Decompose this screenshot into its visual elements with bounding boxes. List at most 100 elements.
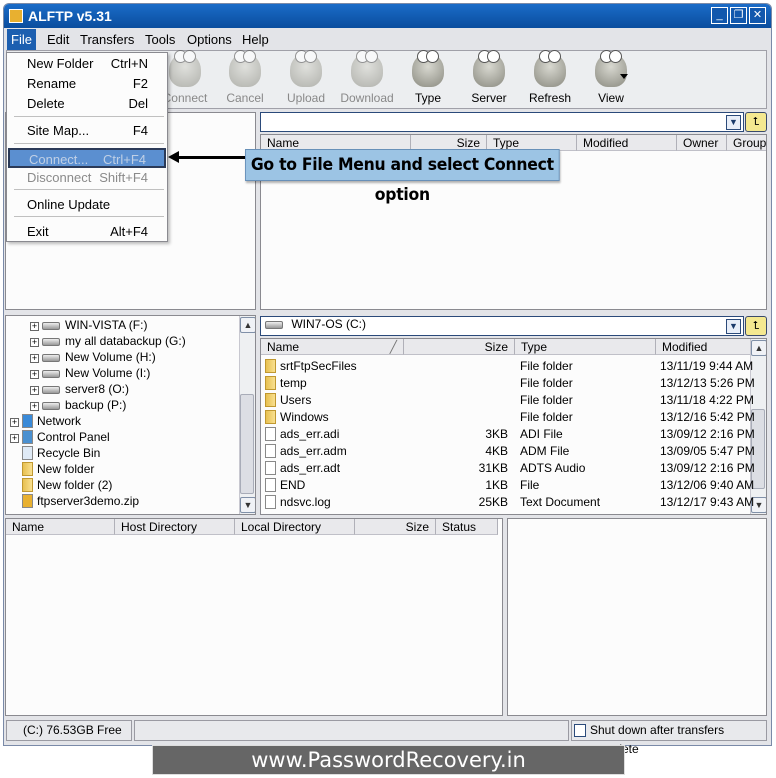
col-type[interactable]: Type bbox=[515, 339, 656, 355]
tree-item[interactable]: New folder (2) bbox=[10, 477, 112, 494]
close-button[interactable]: ✕ bbox=[749, 7, 766, 24]
col-modified[interactable]: Modified bbox=[656, 339, 752, 355]
col-name[interactable]: Name bbox=[6, 519, 115, 535]
file-modified[interactable]: 13/11/19 9:44 AM bbox=[660, 358, 760, 375]
expand-icon[interactable]: + bbox=[30, 354, 39, 363]
scroll-up-button[interactable]: ▲ bbox=[240, 317, 255, 333]
col-size[interactable]: Size bbox=[404, 339, 515, 355]
file-size[interactable]: 31KB bbox=[404, 460, 508, 477]
file-modified[interactable]: 13/09/05 5:47 PM bbox=[660, 443, 760, 460]
dropdown-arrow-icon[interactable]: ▼ bbox=[726, 319, 741, 334]
tree-item[interactable]: ftpserver3demo.zip bbox=[10, 493, 139, 510]
scroll-down-button[interactable]: ▼ bbox=[240, 497, 255, 513]
file-type[interactable]: ADTS Audio bbox=[520, 460, 650, 477]
file-type[interactable]: File bbox=[520, 477, 650, 494]
menu-item-connect[interactable]: Connect... Ctrl+F4 bbox=[8, 148, 166, 168]
expand-icon[interactable]: + bbox=[30, 338, 39, 347]
expand-icon[interactable]: + bbox=[30, 322, 39, 331]
col-status[interactable]: Status bbox=[436, 519, 498, 535]
toolbar-server-button[interactable]: Server bbox=[459, 50, 519, 105]
file-modified[interactable]: 13/12/13 5:26 PM bbox=[660, 375, 760, 392]
menu-item-rename[interactable]: Rename F2 bbox=[8, 74, 166, 94]
local-parent-folder-button[interactable]: ⮤ bbox=[745, 316, 767, 336]
tree-item[interactable]: + Network bbox=[10, 413, 81, 430]
remote-parent-folder-button[interactable]: ⮤ bbox=[745, 112, 767, 132]
toolbar-upload-button[interactable]: Upload bbox=[276, 50, 336, 105]
expand-icon[interactable]: + bbox=[10, 418, 19, 427]
menu-item-new-folder[interactable]: New Folder Ctrl+N bbox=[8, 54, 166, 74]
menu-item-exit[interactable]: Exit Alt+F4 bbox=[8, 222, 166, 242]
file-type[interactable]: File folder bbox=[520, 358, 650, 375]
file-size[interactable] bbox=[404, 375, 508, 392]
expand-icon[interactable]: + bbox=[30, 402, 39, 411]
toolbar-refresh-button[interactable]: Refresh bbox=[520, 50, 580, 105]
toolbar-view-button[interactable]: View bbox=[581, 50, 641, 105]
menu-options[interactable]: Options bbox=[183, 29, 236, 51]
tree-item[interactable]: + my all databackup (G:) bbox=[30, 333, 186, 350]
tree-item[interactable]: + New Volume (I:) bbox=[30, 365, 150, 382]
file-size[interactable] bbox=[404, 392, 508, 409]
file-size[interactable]: 4KB bbox=[404, 443, 508, 460]
restore-button[interactable]: ❐ bbox=[730, 7, 747, 24]
file-type[interactable]: File folder bbox=[520, 409, 650, 426]
file-size[interactable]: 25KB bbox=[404, 494, 508, 511]
file-type[interactable]: Text Document bbox=[520, 494, 650, 511]
local-file-list[interactable]: Name ╱ Size Type Modified ▲ ▼ srtFtpSecFi… bbox=[260, 338, 767, 515]
shutdown-option[interactable]: Shut down after transfers complete bbox=[571, 720, 767, 756]
tree-item[interactable]: New folder bbox=[10, 461, 94, 478]
file-type[interactable]: File folder bbox=[520, 392, 650, 409]
file-type[interactable]: ADI File bbox=[520, 426, 650, 443]
dropdown-arrow-icon[interactable]: ▼ bbox=[726, 115, 741, 130]
col-owner[interactable]: Owner bbox=[677, 135, 727, 151]
col-size[interactable]: Size bbox=[355, 519, 436, 535]
col-modified[interactable]: Modified bbox=[577, 135, 677, 151]
menu-file[interactable]: File bbox=[7, 29, 36, 51]
file-size[interactable] bbox=[404, 358, 508, 375]
tree-item[interactable]: Recycle Bin bbox=[10, 445, 100, 462]
tree-item[interactable]: + Control Panel bbox=[10, 429, 110, 446]
scroll-up-button[interactable]: ▲ bbox=[751, 340, 766, 356]
remote-path-combo[interactable]: ▼ bbox=[260, 112, 744, 132]
menu-tools[interactable]: Tools bbox=[141, 29, 179, 51]
col-local-directory[interactable]: Local Directory bbox=[235, 519, 355, 535]
menu-item-disconnect[interactable]: Disconnect Shift+F4 bbox=[8, 168, 166, 188]
menu-help[interactable]: Help bbox=[238, 29, 273, 51]
scroll-thumb[interactable] bbox=[240, 394, 254, 494]
menu-item-site-map[interactable]: Site Map... F4 bbox=[8, 121, 166, 141]
menu-edit[interactable]: Edit bbox=[43, 29, 73, 51]
tree-item[interactable]: + backup (P:) bbox=[30, 397, 126, 414]
file-modified[interactable]: 13/09/12 2:16 PM bbox=[660, 460, 760, 477]
file-size[interactable]: 1KB bbox=[404, 477, 508, 494]
toolbar-download-button[interactable]: Download bbox=[337, 50, 397, 105]
expand-icon[interactable]: + bbox=[30, 370, 39, 379]
menu-item-delete[interactable]: Delete Del bbox=[8, 94, 166, 114]
file-type[interactable]: File folder bbox=[520, 375, 650, 392]
tree-scrollbar[interactable]: ▲ ▼ bbox=[239, 316, 255, 514]
toolbar-overflow-icon[interactable] bbox=[620, 74, 628, 79]
shutdown-checkbox[interactable] bbox=[574, 724, 586, 737]
menu-transfers[interactable]: Transfers bbox=[76, 29, 138, 51]
file-modified[interactable]: 13/12/16 5:42 PM bbox=[660, 409, 760, 426]
expand-icon[interactable]: + bbox=[10, 434, 19, 443]
local-folder-tree[interactable]: ▲ ▼ + WIN-VISTA (F:) + my all databackup (G… bbox=[5, 315, 256, 515]
menu-item-online-update[interactable]: Online Update bbox=[8, 195, 166, 215]
tree-item[interactable]: + server8 (O:) bbox=[30, 381, 129, 398]
toolbar-cancel-button[interactable]: Cancel bbox=[215, 50, 275, 105]
col-group[interactable]: Group bbox=[727, 135, 766, 151]
toolbar-type-button[interactable]: Type bbox=[398, 50, 458, 105]
minimize-button[interactable]: _ bbox=[711, 7, 728, 24]
col-name[interactable]: Name ╱ bbox=[261, 339, 404, 355]
local-path-combo[interactable]: WIN7-OS (C:) ▼ bbox=[260, 316, 744, 336]
file-size[interactable]: 3KB bbox=[404, 426, 508, 443]
col-host-directory[interactable]: Host Directory bbox=[115, 519, 235, 535]
file-modified[interactable]: 13/11/18 4:22 PM bbox=[660, 392, 760, 409]
file-type[interactable]: ADM File bbox=[520, 443, 650, 460]
expand-icon[interactable]: + bbox=[30, 386, 39, 395]
tree-item[interactable]: + New Volume (H:) bbox=[30, 349, 156, 366]
transfer-queue[interactable]: Name Host Directory Local Directory Size… bbox=[5, 518, 503, 716]
file-modified[interactable]: 13/09/12 2:16 PM bbox=[660, 426, 760, 443]
file-size[interactable] bbox=[404, 409, 508, 426]
tree-item[interactable]: + WIN-VISTA (F:) bbox=[30, 317, 147, 334]
file-modified[interactable]: 13/12/17 9:43 AM bbox=[660, 494, 760, 511]
file-modified[interactable]: 13/12/06 9:40 AM bbox=[660, 477, 760, 494]
